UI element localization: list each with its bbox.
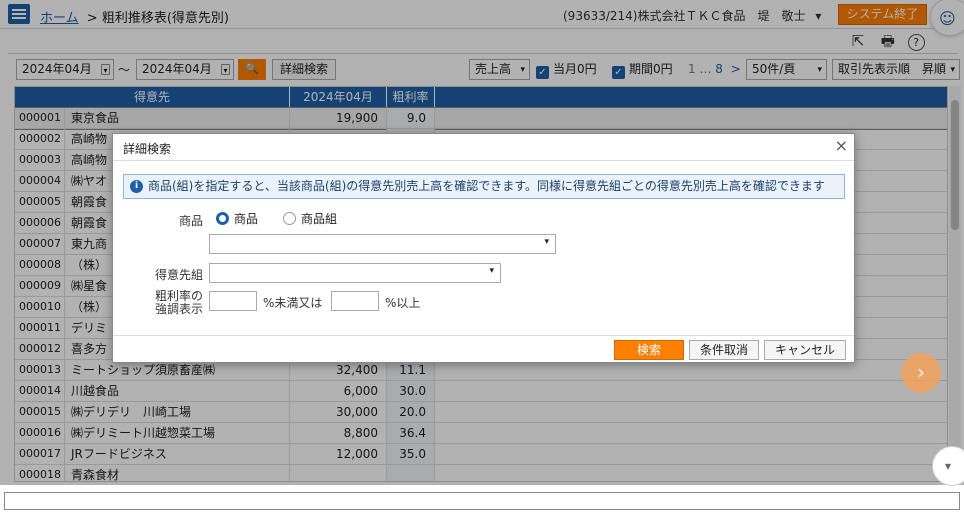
customer-group-select[interactable]: ▾ xyxy=(209,263,501,283)
info-icon: i xyxy=(130,180,143,193)
less-than-label: %未満又は xyxy=(263,296,323,310)
info-text: 商品(組)を指定すると、当該商品(組)の得意先別売上高を確認できます。同様に得意… xyxy=(148,179,825,193)
more-than-label: %以上 xyxy=(385,296,421,310)
margin-above-input[interactable] xyxy=(331,291,379,311)
radio-on-icon xyxy=(216,212,229,225)
radio-product-group[interactable]: 商品組 xyxy=(283,211,337,227)
dialog-title: 詳細検索 xyxy=(123,142,172,156)
radio-label: 商品 xyxy=(234,212,259,226)
clear-conditions-button[interactable]: 条件取消 xyxy=(689,340,759,360)
status-bar xyxy=(4,492,960,510)
cancel-button[interactable]: キャンセル xyxy=(764,340,846,360)
dropdown-icon: ▾ xyxy=(544,237,549,247)
search-submit-button[interactable]: 検索 xyxy=(614,340,684,360)
customer-group-label: 得意先組 xyxy=(154,268,203,282)
divider xyxy=(113,160,854,161)
margin-below-input[interactable] xyxy=(209,291,257,311)
radio-label: 商品組 xyxy=(301,212,338,226)
close-icon[interactable]: × xyxy=(835,136,848,155)
product-label: 商品 xyxy=(178,214,203,228)
product-select[interactable]: ▾ xyxy=(209,234,556,254)
scroll-down-fab[interactable]: ▾ xyxy=(932,446,964,486)
chevron-right-icon: › xyxy=(917,360,925,384)
next-page-fab[interactable]: › xyxy=(901,353,941,393)
radio-product[interactable]: 商品 xyxy=(216,211,258,227)
radio-off-icon xyxy=(283,212,296,225)
detail-search-dialog: 詳細検索 × i 商品(組)を指定すると、当該商品(組)の得意先別売上高を確認で… xyxy=(112,133,855,363)
dropdown-icon: ▾ xyxy=(489,266,494,276)
divider xyxy=(113,335,854,336)
margin-highlight-label: 粗利率の 強調表示 xyxy=(133,290,203,316)
chevron-down-icon: ▾ xyxy=(945,459,952,473)
margin-label-line2: 強調表示 xyxy=(154,302,203,316)
info-message: i 商品(組)を指定すると、当該商品(組)の得意先別売上高を確認できます。同様に… xyxy=(123,174,845,199)
